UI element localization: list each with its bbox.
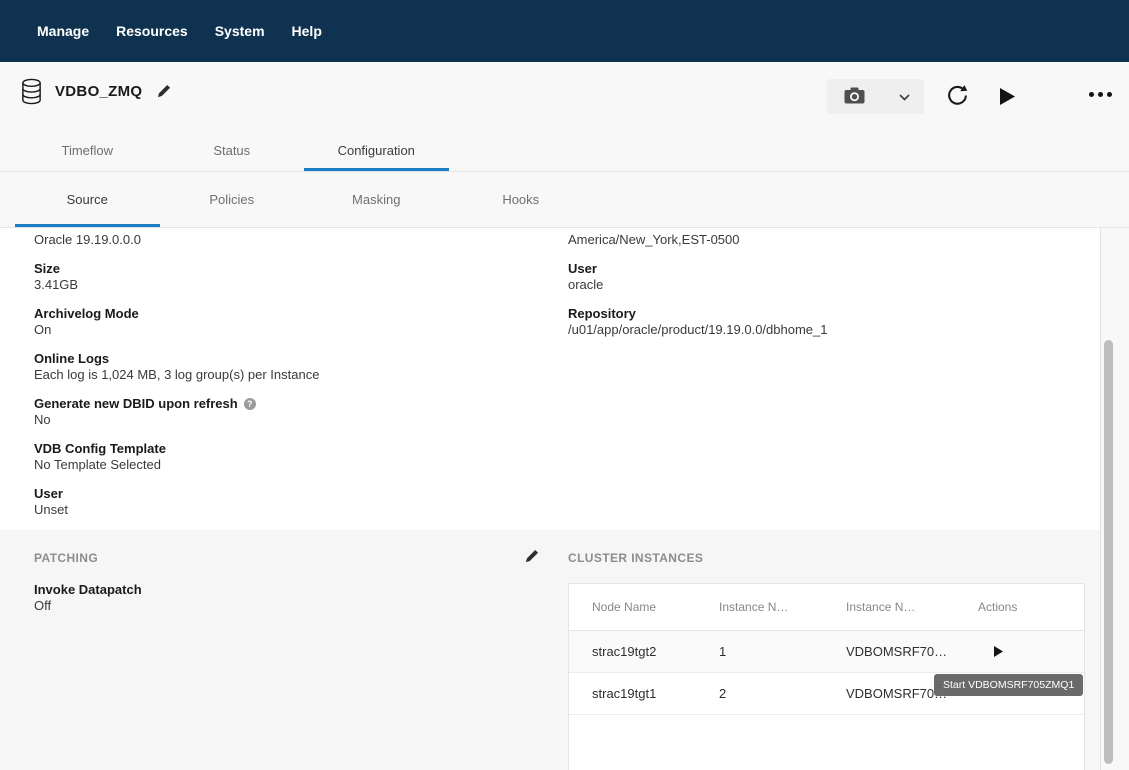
app: Manage Resources System Help VDBO_ZMQ <box>0 0 1129 770</box>
stop-icon[interactable] <box>1047 85 1055 93</box>
refresh-icon[interactable] <box>942 80 973 111</box>
subtab-source[interactable]: Source <box>15 192 160 227</box>
camera-icon <box>844 87 865 107</box>
field-repository: Repository /u01/app/oracle/product/19.19… <box>568 306 1068 338</box>
source-left-column: Oracle 19.19.0.0.0 Size 3.41GB Archivelo… <box>34 232 534 531</box>
field-size: Size 3.41GB <box>34 261 534 293</box>
field-archivelog-mode: Archivelog Mode On <box>34 306 534 338</box>
cell-instance-number: 1 <box>719 644 846 659</box>
field-invoke-datapatch: Invoke Datapatch Off <box>34 582 142 614</box>
chevron-down-icon <box>899 89 910 104</box>
subtab-masking[interactable]: Masking <box>304 192 449 227</box>
tab-configuration[interactable]: Configuration <box>304 130 449 171</box>
table-row: strac19tgt2 1 VDBOMSRF70… <box>569 631 1084 673</box>
cluster-instances-section-title: CLUSTER INSTANCES <box>568 551 703 565</box>
database-icon <box>20 78 43 105</box>
source-panel: Oracle 19.19.0.0.0 Size 3.41GB Archivelo… <box>0 228 1100 530</box>
field-vdb-config-template: VDB Config Template No Template Selected <box>34 441 534 473</box>
subtab-policies[interactable]: Policies <box>160 192 305 227</box>
column-instance-name: Instance N… <box>846 600 978 614</box>
field-generate-dbid: Generate new DBID upon refresh ? No <box>34 396 534 428</box>
primary-tabs: Timeflow Status Configuration <box>0 130 1129 172</box>
field-timezone: America/New_York,EST-0500 <box>568 232 1068 248</box>
configuration-subtabs: Source Policies Masking Hooks <box>0 172 1129 228</box>
column-actions: Actions <box>978 600 1084 614</box>
field-user-left: User Unset <box>34 486 534 518</box>
cluster-instances-table: Node Name Instance N… Instance N… Action… <box>568 583 1085 770</box>
vertical-scrollbar[interactable] <box>1100 228 1115 770</box>
cell-node-name: strac19tgt1 <box>592 686 719 701</box>
header-bar: VDBO_ZMQ <box>0 62 1129 130</box>
nav-item-resources[interactable]: Resources <box>116 23 188 39</box>
cell-instance-number: 2 <box>719 686 846 701</box>
source-right-column: America/New_York,EST-0500 User oracle Re… <box>568 232 1068 351</box>
title-group: VDBO_ZMQ <box>20 78 173 105</box>
help-icon[interactable]: ? <box>244 398 256 410</box>
field-user-right: User oracle <box>568 261 1068 293</box>
tab-status[interactable]: Status <box>160 130 305 171</box>
cell-node-name: strac19tgt2 <box>592 644 719 659</box>
row-start-play-icon[interactable] <box>991 643 1006 660</box>
ellipsis-icon[interactable] <box>1085 88 1116 101</box>
column-instance-number: Instance N… <box>719 600 846 614</box>
rename-pencil-icon[interactable] <box>154 82 173 101</box>
subtab-hooks[interactable]: Hooks <box>449 192 594 227</box>
nav-item-system[interactable]: System <box>215 23 265 39</box>
column-node-name: Node Name <box>592 600 719 614</box>
cell-instance-name: VDBOMSRF70… <box>846 644 978 659</box>
patching-section-title: PATCHING <box>34 551 98 565</box>
nav-item-help[interactable]: Help <box>292 23 322 39</box>
start-action-tooltip: Start VDBOMSRF705ZMQ1 <box>934 674 1083 696</box>
snapshot-button[interactable] <box>827 79 924 114</box>
nav-item-manage[interactable]: Manage <box>37 23 89 39</box>
tab-timeflow[interactable]: Timeflow <box>15 130 160 171</box>
play-icon[interactable] <box>996 84 1019 109</box>
field-online-logs: Online Logs Each log is 1,024 MB, 3 log … <box>34 351 534 383</box>
page-title: VDBO_ZMQ <box>55 83 142 100</box>
scrollbar-thumb[interactable] <box>1104 340 1113 764</box>
field-db-version: Oracle 19.19.0.0.0 <box>34 232 534 248</box>
top-navbar: Manage Resources System Help <box>0 0 1129 62</box>
generate-dbid-label: Generate new DBID upon refresh <box>34 396 238 412</box>
lower-panel: PATCHING Invoke Datapatch Off CLUSTER IN… <box>0 530 1100 770</box>
patching-edit-pencil-icon[interactable] <box>521 546 542 567</box>
table-header-row: Node Name Instance N… Instance N… Action… <box>569 584 1084 631</box>
